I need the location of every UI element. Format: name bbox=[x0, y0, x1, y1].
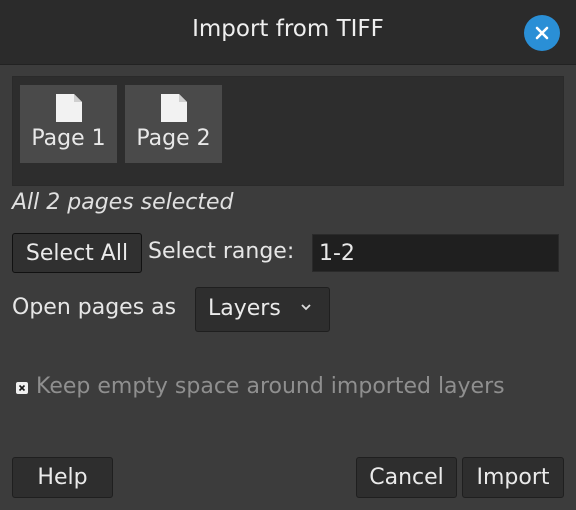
dialog-title: Import from TIFF bbox=[192, 16, 384, 42]
cancel-button[interactable]: Cancel bbox=[356, 457, 457, 498]
dialog-titlebar: Import from TIFF bbox=[0, 0, 576, 65]
select-range-label: Select range: bbox=[148, 239, 295, 264]
open-pages-as-dropdown[interactable]: Layers bbox=[195, 287, 330, 332]
import-button[interactable]: Import bbox=[462, 457, 564, 498]
chevron-down-icon bbox=[301, 304, 311, 311]
keep-space-label: Keep empty space around imported layers bbox=[36, 374, 505, 399]
dropdown-value: Layers bbox=[208, 296, 281, 321]
page-thumb-label: Page 2 bbox=[136, 126, 211, 151]
selection-status: All 2 pages selected bbox=[12, 190, 234, 215]
select-range-input[interactable] bbox=[312, 234, 559, 272]
page-thumb-label: Page 1 bbox=[31, 126, 106, 151]
page-thumb-1[interactable]: Page 1 bbox=[20, 85, 117, 163]
page-thumbnails-panel: Page 1 Page 2 bbox=[12, 76, 564, 186]
page-thumb-2[interactable]: Page 2 bbox=[125, 85, 222, 163]
select-all-button[interactable]: Select All bbox=[12, 233, 142, 273]
keep-space-checkbox[interactable] bbox=[16, 382, 28, 394]
help-button[interactable]: Help bbox=[12, 457, 113, 498]
close-button[interactable] bbox=[524, 15, 560, 51]
close-icon bbox=[535, 26, 549, 40]
document-icon bbox=[160, 94, 187, 122]
open-pages-as-label: Open pages as bbox=[12, 295, 177, 320]
document-icon bbox=[55, 94, 82, 122]
checkbox-x-icon bbox=[18, 384, 26, 392]
